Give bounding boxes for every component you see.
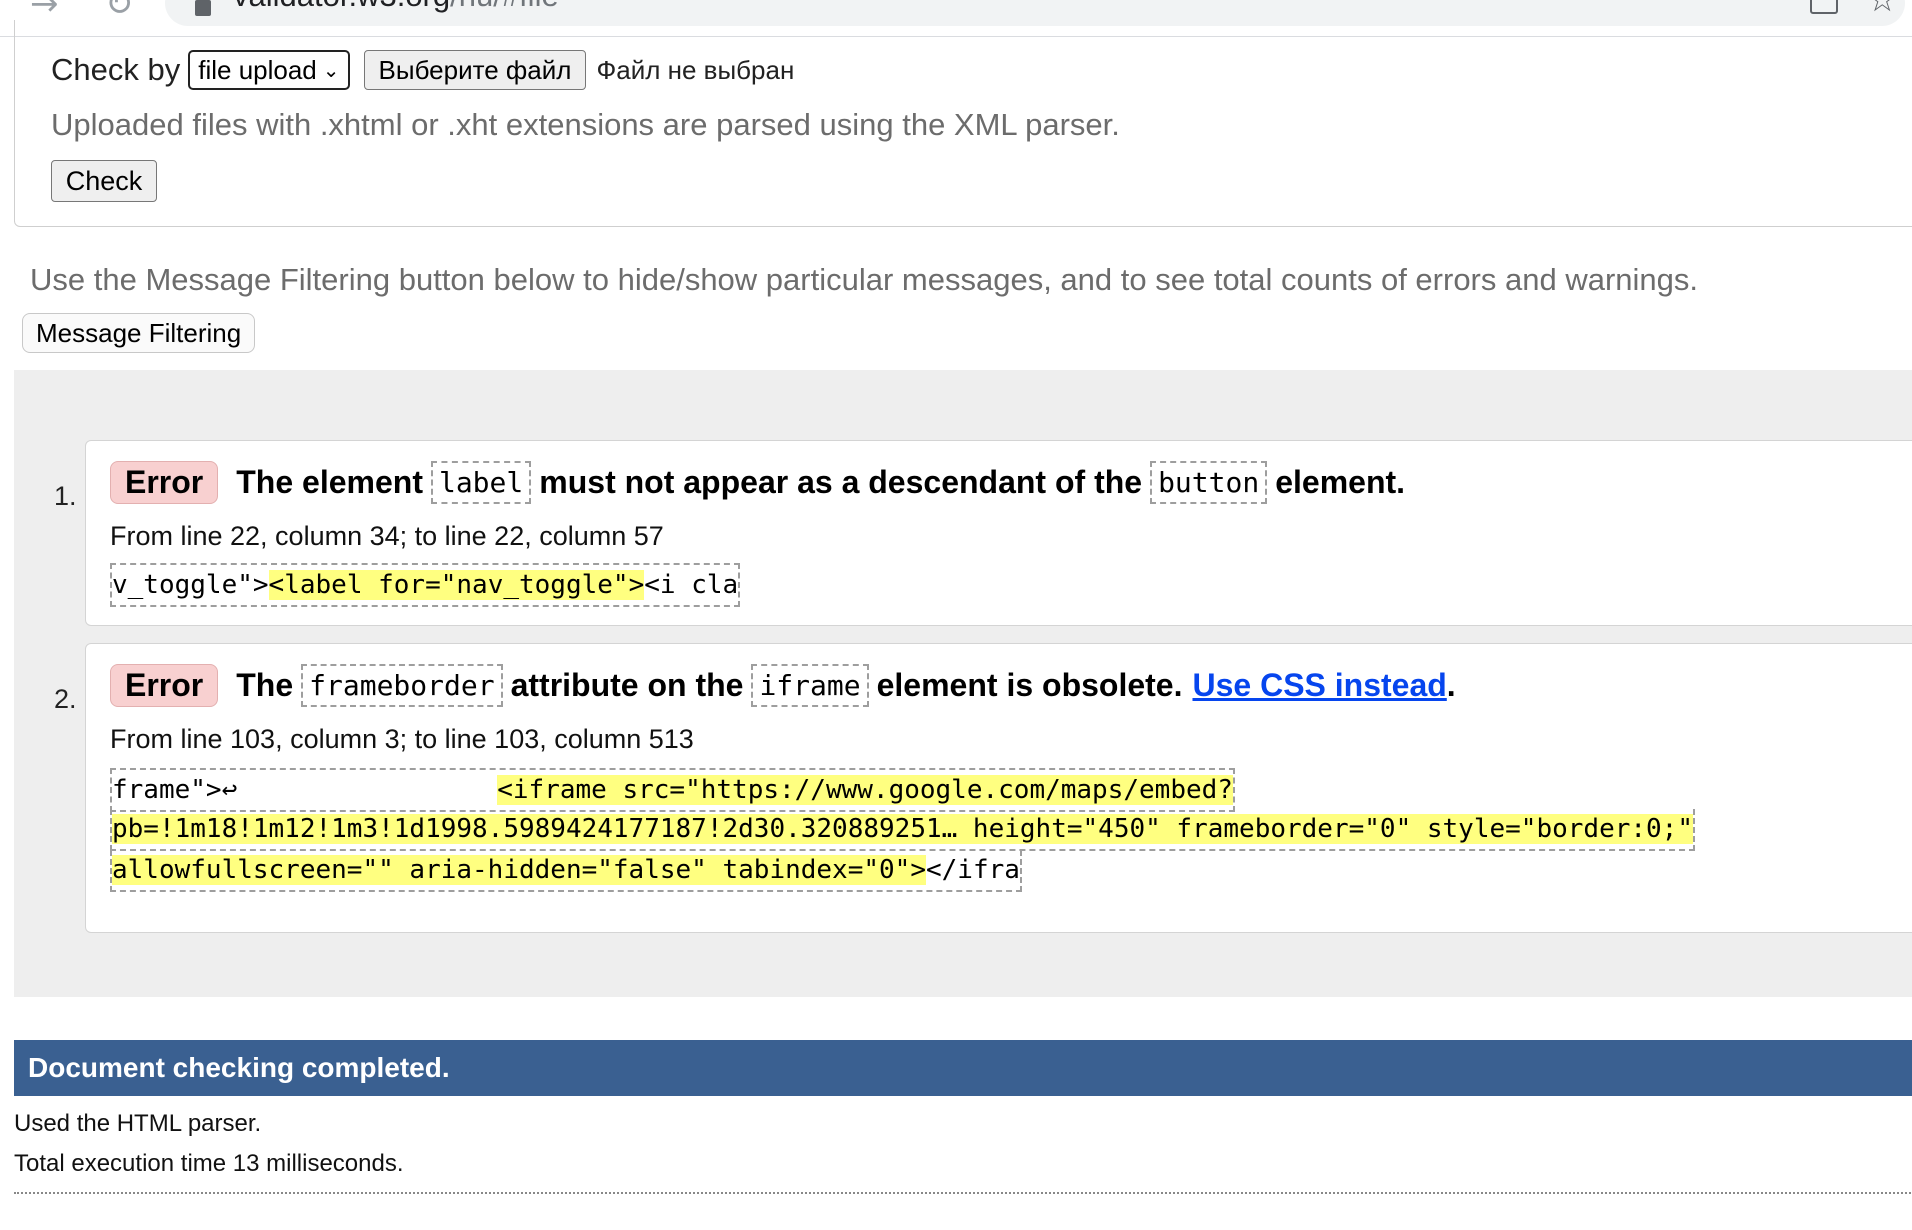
extract-highlight: pb=!1m18!1m12!1m3!1d1998.5989424177187!2… <box>112 814 1693 844</box>
check-by-label: Check by <box>51 52 181 87</box>
extract-line: allowfullscreen="" aria-hidden="false" t… <box>110 850 1022 892</box>
extract-highlight: allowfullscreen="" aria-hidden="false" t… <box>112 855 926 885</box>
error-badge: Error <box>110 461 219 504</box>
code-extract: frame">↩ <iframe src="https://www.google.… <box>110 768 1695 918</box>
check-button[interactable]: Check <box>51 160 157 202</box>
message-item: 1. Error The element label must not appe… <box>54 440 1912 626</box>
lock-icon <box>195 0 211 16</box>
code-element: button <box>1150 461 1268 504</box>
message-filtering-button[interactable]: Message Filtering <box>22 313 256 353</box>
message-text: The element <box>236 464 423 500</box>
message-number: 2. <box>54 684 77 714</box>
completion-banner: Document checking completed. <box>14 1040 1912 1096</box>
extract-line: v_toggle"><label for="nav_toggle"><i cla <box>110 563 741 607</box>
execution-time-note: Total execution time 13 milliseconds. <box>14 1150 404 1177</box>
file-status-text: Файл не выбран <box>596 54 795 85</box>
message-text: element. <box>1275 464 1406 500</box>
extract-line: frame">↩ <iframe src="https://www.google.… <box>110 768 1235 812</box>
message-item: 2. Error The frameborder attribute on th… <box>54 643 1912 933</box>
extension-icon[interactable] <box>1810 0 1838 14</box>
url-text: validator.w3.org/nu/#file <box>233 0 559 14</box>
extract-line: pb=!1m18!1m12!1m3!1d1998.5989424177187!2… <box>110 809 1695 851</box>
chevron-down-icon: ⌄ <box>322 58 340 82</box>
code-element: frameborder <box>301 664 503 707</box>
message-location: From line 103, column 3; to line 103, co… <box>110 724 694 754</box>
extract-highlight: <label for="nav_toggle"> <box>268 570 645 600</box>
choose-file-button[interactable]: Выберите файл <box>363 50 587 90</box>
error-badge: Error <box>110 664 219 707</box>
message-text: element is obsolete. <box>876 667 1183 703</box>
message-text: must not appear as a descendant of the <box>539 464 1143 500</box>
check-by-select-value: file upload <box>198 54 317 85</box>
message-heading: Error The element label must not appear … <box>110 461 1405 504</box>
message-text: The <box>236 667 294 703</box>
message-location: From line 22, column 34; to line 22, col… <box>110 521 664 551</box>
divider <box>14 1192 1912 1194</box>
code-extract: v_toggle"><label for="nav_toggle"><i cla <box>110 563 741 653</box>
parser-note: Used the HTML parser. <box>14 1110 262 1137</box>
message-heading: Error The frameborder attribute on the i… <box>110 664 1456 707</box>
bookmark-star-icon[interactable]: ☆ <box>1867 0 1897 20</box>
check-by-row: Check by file upload ⌄ Выберите файл Фай… <box>51 50 794 90</box>
code-element: label <box>430 461 532 504</box>
message-text: . <box>1446 667 1456 703</box>
use-css-link[interactable]: Use CSS instead <box>1192 667 1446 704</box>
xml-parser-note: Uploaded files with .xhtml or .xht exten… <box>51 107 1120 142</box>
filter-note: Use the Message Filtering button below t… <box>30 262 1699 297</box>
check-by-select[interactable]: file upload ⌄ <box>188 50 350 90</box>
message-number: 1. <box>54 481 77 511</box>
code-element: iframe <box>751 664 869 707</box>
extract-highlight: <iframe src="https://www.google.com/maps… <box>497 775 1233 805</box>
message-text: attribute on the <box>510 667 744 703</box>
results-panel: 1. Error The element label must not appe… <box>14 370 1912 997</box>
